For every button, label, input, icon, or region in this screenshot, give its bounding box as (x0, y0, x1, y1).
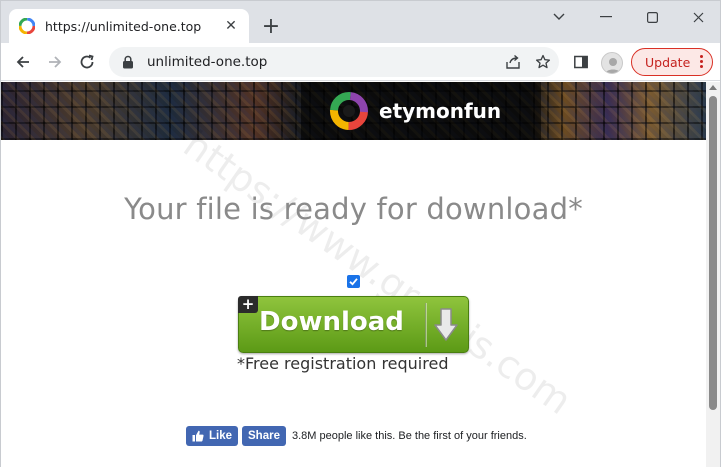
facebook-share-button[interactable]: Share (242, 425, 286, 446)
facebook-like-widget: Like Share 3.8M people like this. Be the… (186, 425, 527, 446)
close-icon[interactable]: ✕ (223, 18, 239, 34)
site-brand[interactable]: etymonfun (329, 91, 501, 131)
active-tab[interactable]: https://unlimited-one.top ✕ (9, 9, 249, 43)
lock-icon[interactable] (121, 55, 135, 69)
kebab-menu-icon[interactable] (700, 55, 703, 68)
checkmark-icon (349, 278, 358, 286)
plus-icon: + (238, 296, 258, 313)
agree-checkbox[interactable] (347, 275, 360, 288)
side-panel-icon[interactable] (567, 48, 595, 76)
facebook-social-text: 3.8M people like this. Be the first of y… (291, 429, 527, 442)
scrollbar-thumb[interactable] (709, 96, 717, 410)
tab-title: https://unlimited-one.top (45, 18, 202, 34)
scroll-up-arrow-icon[interactable] (709, 85, 717, 90)
profile-avatar[interactable] (601, 52, 623, 74)
maximize-icon[interactable] (629, 5, 675, 29)
site-banner: etymonfun (1, 82, 706, 140)
address-bar[interactable]: unlimited-one.top (109, 47, 559, 77)
thumbs-up-icon (192, 430, 204, 441)
download-button[interactable]: Download (238, 296, 469, 353)
page-title: Your file is ready for download* (124, 192, 583, 226)
facebook-like-label: Like (209, 429, 233, 442)
download-label: Download (259, 307, 404, 337)
url-text[interactable]: unlimited-one.top (147, 54, 499, 70)
brand-name: etymonfun (379, 99, 502, 123)
back-arrow-icon[interactable] (9, 48, 37, 76)
update-label: Update (645, 54, 691, 70)
new-tab-button[interactable]: + (259, 15, 283, 39)
facebook-share-label: Share (248, 429, 280, 442)
page-viewport: etymonfun https://www.greatis.com Your f… (1, 82, 706, 467)
download-divider (425, 303, 427, 347)
tab-strip: https://unlimited-one.top ✕ + (1, 1, 720, 43)
share-icon[interactable] (499, 48, 527, 76)
minimize-icon[interactable] (583, 5, 629, 29)
browser-window: https://unlimited-one.top ✕ + unlimited-… (0, 0, 721, 467)
chevron-down-icon[interactable] (536, 5, 582, 29)
reload-icon[interactable] (73, 48, 101, 76)
registration-note: *Free registration required (237, 354, 449, 373)
update-button[interactable]: Update (631, 48, 713, 76)
site-favicon-icon (19, 18, 35, 34)
window-close-icon[interactable] (675, 5, 721, 29)
download-arrow-icon (434, 308, 458, 341)
facebook-like-button[interactable]: Like (186, 425, 239, 446)
forward-arrow-icon[interactable] (41, 48, 69, 76)
vertical-scrollbar[interactable] (706, 82, 720, 467)
browser-toolbar: unlimited-one.top Update (1, 43, 720, 81)
watermark-text: https://www.greatis.com (175, 122, 580, 424)
brand-logo-icon (330, 92, 368, 130)
bookmark-star-icon[interactable] (529, 48, 557, 76)
